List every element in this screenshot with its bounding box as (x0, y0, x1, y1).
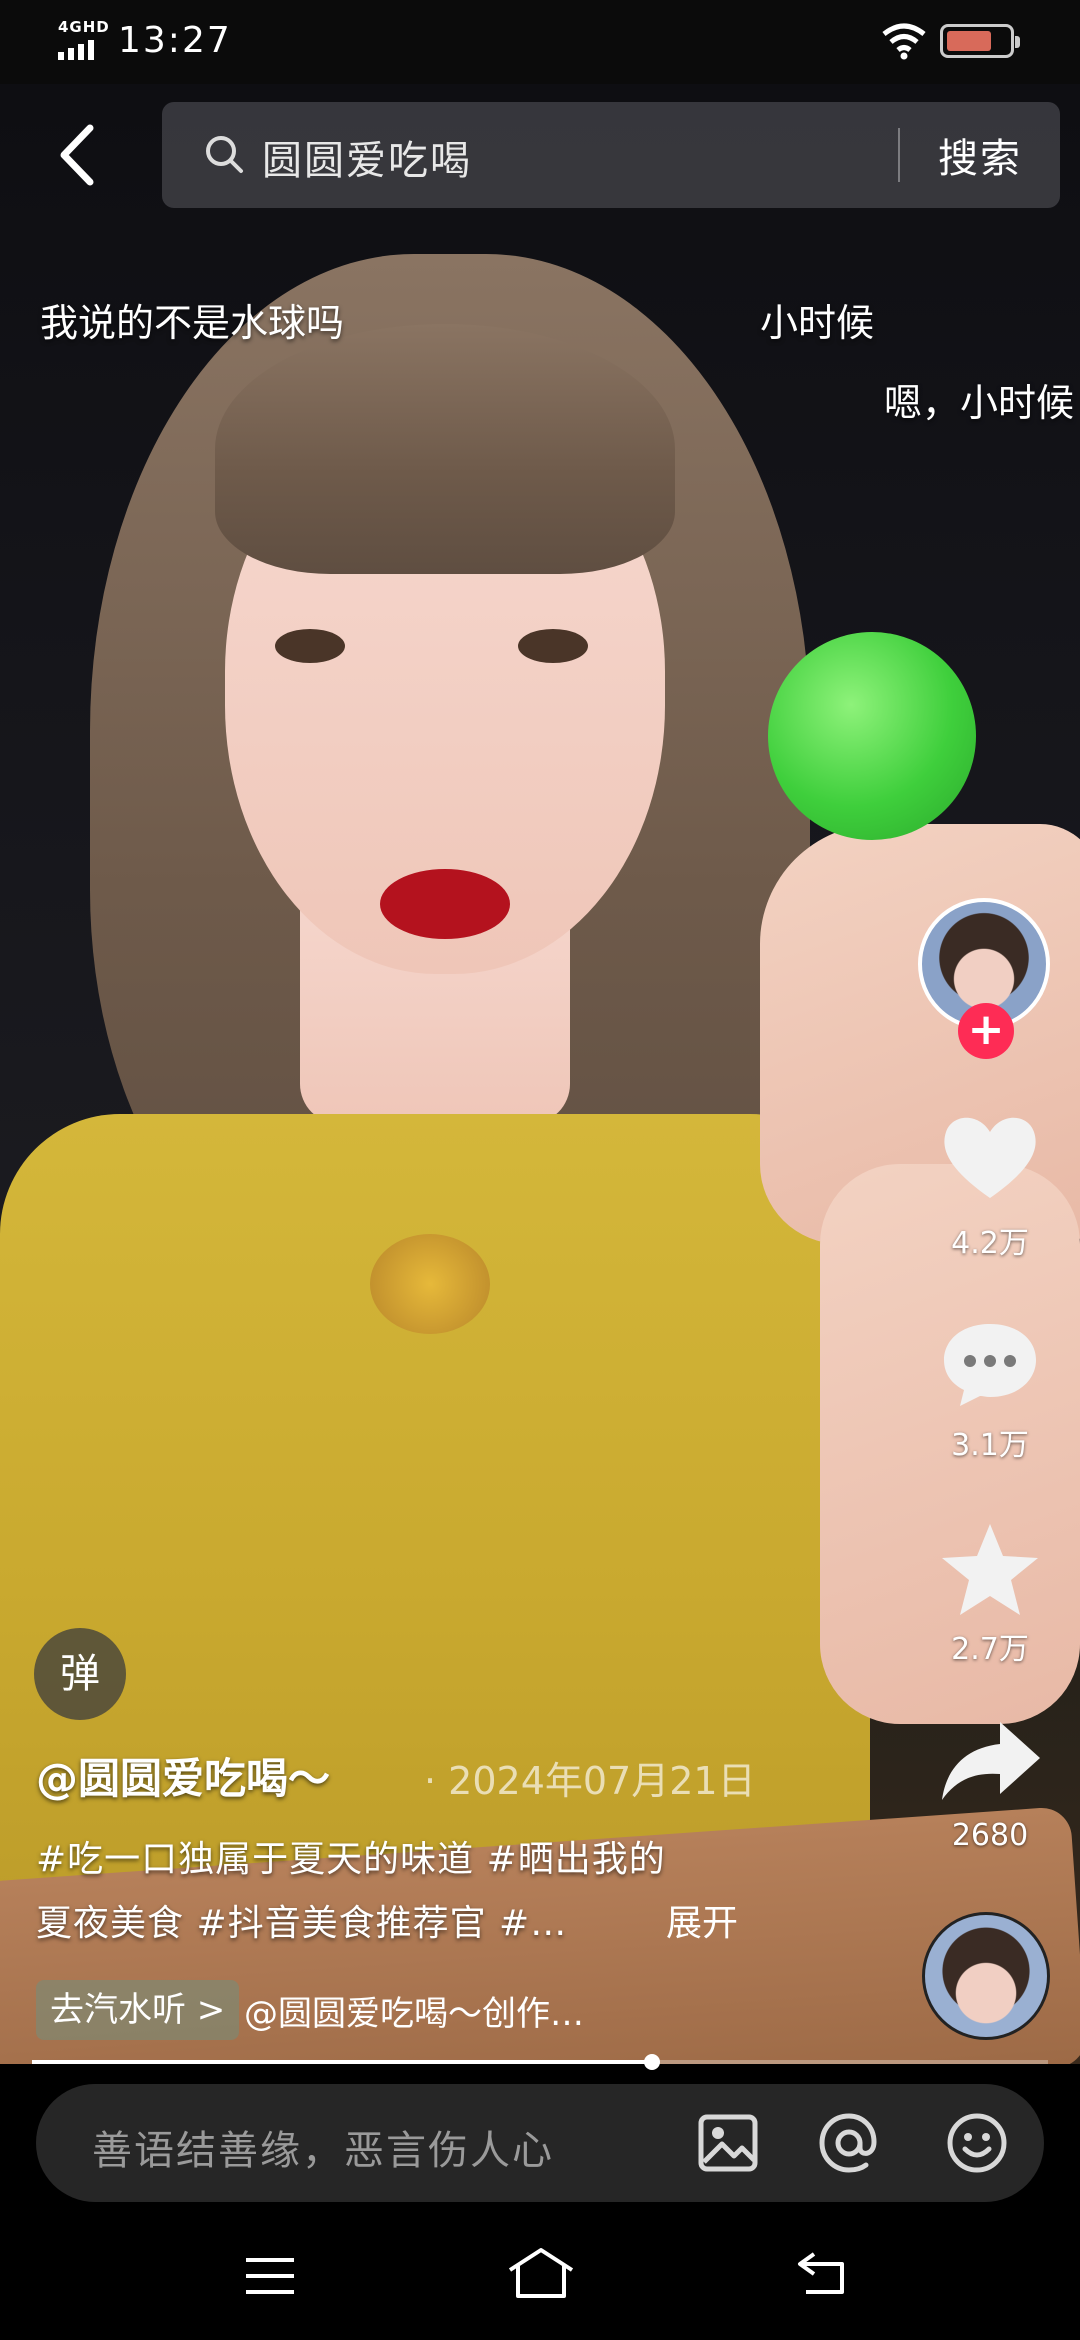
clock: 13:27 (118, 20, 232, 61)
return-icon[interactable] (796, 2250, 852, 2296)
video-subject-eye (518, 629, 588, 663)
at-icon[interactable] (816, 2112, 882, 2174)
image-icon[interactable] (698, 2114, 758, 2172)
back-icon[interactable] (52, 120, 112, 190)
danmaku-comment: 嗯，小时候 (884, 381, 1075, 425)
wifi-icon (882, 23, 926, 60)
video-subject-eye (275, 629, 345, 663)
network-type: 4GHD (58, 18, 110, 36)
search-query[interactable]: 圆圆爱吃喝 (262, 128, 472, 186)
danmaku-comment: 我说的不是水球吗 (40, 301, 345, 345)
battery-icon (940, 24, 1020, 58)
comment-input[interactable]: 善语结善缘，恶言伤人心 (92, 2118, 554, 2176)
comment-icon[interactable] (938, 1318, 1042, 1410)
post-date: · 2024年07月21日 (424, 1759, 756, 1803)
search-icon (206, 136, 243, 173)
star-icon[interactable] (938, 1520, 1042, 1620)
comment-count: 3.1万 (951, 1428, 1029, 1463)
heart-icon[interactable] (940, 1110, 1040, 1202)
expand-button[interactable]: 展开 (666, 1894, 738, 1946)
system-nav-bar (0, 2210, 1080, 2340)
status-bar: 4GHD 13:27 (0, 0, 1080, 84)
like-count: 4.2万 (951, 1226, 1029, 1261)
share-count: 2680 (951, 1818, 1029, 1853)
video-subject-necklace (370, 1234, 490, 1334)
author-name[interactable]: @圆圆爱吃喝～ (36, 1745, 330, 1806)
music-credit[interactable]: @圆圆爱吃喝～创作… (244, 1986, 584, 2035)
favorite-count: 2.7万 (951, 1632, 1029, 1667)
search-bar[interactable]: 圆圆爱吃喝 搜索 (162, 102, 1060, 208)
post-caption[interactable]: 夏夜美食 #抖音美食推荐官 #… (36, 1894, 567, 1946)
music-tag[interactable]: 去汽水听 > (36, 1980, 240, 2040)
share-icon[interactable] (938, 1718, 1044, 1804)
signal-icon (58, 40, 94, 60)
post-caption[interactable]: #吃一口独属于夏天的味道 #晒出我的 (36, 1830, 666, 1882)
danmaku-comment: 小时候 (760, 301, 875, 345)
video-subject-bangs (215, 324, 675, 574)
video-subject-lips (380, 869, 510, 939)
follow-button[interactable]: + (958, 1003, 1014, 1059)
progress-fill (32, 2060, 652, 2064)
progress-handle[interactable] (643, 2054, 660, 2070)
menu-icon[interactable] (244, 2256, 296, 2296)
emoji-icon[interactable] (946, 2112, 1008, 2174)
search-divider (898, 128, 900, 182)
progress-bar[interactable] (32, 2054, 1048, 2070)
search-button[interactable]: 搜索 (938, 126, 1022, 184)
music-disc-avatar[interactable] (922, 1912, 1050, 2040)
danmaku-toggle-button[interactable]: 弹 (34, 1628, 126, 1720)
home-icon[interactable] (506, 2246, 576, 2300)
comment-bar[interactable]: 善语结善缘，恶言伤人心 (36, 2084, 1044, 2202)
video-green-ball (768, 632, 976, 840)
